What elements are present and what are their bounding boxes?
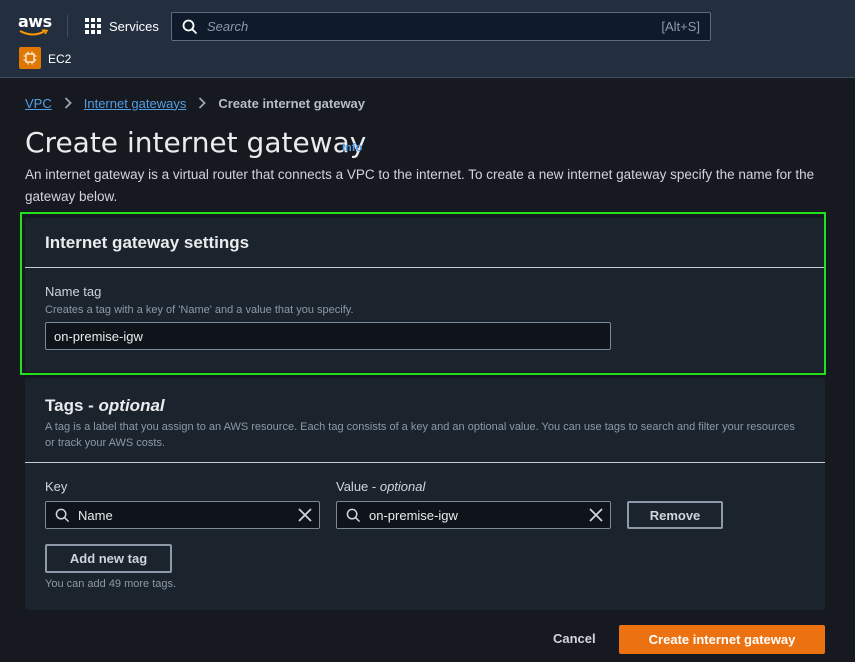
breadcrumb-current: Create internet gateway: [218, 95, 366, 111]
tag-value-label: Value - optional: [336, 479, 425, 494]
tags-heading-optional: optional: [98, 396, 165, 415]
aws-logo[interactable]: aws: [18, 12, 52, 38]
tags-description: A tag is a label that you assign to an A…: [45, 421, 795, 449]
ec2-shortcut-icon[interactable]: [19, 47, 41, 69]
tags-heading-main: Tags -: [45, 396, 99, 415]
chevron-right-icon: [198, 97, 207, 109]
create-internet-gateway-button[interactable]: Create internet gateway: [619, 625, 825, 654]
cancel-button[interactable]: Cancel: [553, 631, 596, 646]
aws-smile-icon: [19, 29, 49, 36]
tag-key-input[interactable]: Name: [45, 501, 320, 529]
services-menu-button[interactable]: Services: [85, 17, 159, 35]
tags-heading: Tags - optional: [45, 396, 165, 416]
settings-heading: Internet gateway settings: [45, 233, 250, 252]
search-icon: [346, 508, 361, 523]
name-tag-label: Name tag: [45, 284, 102, 299]
breadcrumb-vpc[interactable]: VPC: [25, 96, 52, 111]
nav-divider: [67, 15, 68, 37]
global-search-input[interactable]: Search [Alt+S]: [171, 12, 711, 41]
clear-icon[interactable]: [588, 507, 604, 523]
page-description: An internet gateway is a virtual router …: [25, 167, 815, 204]
tags-remaining-hint: You can add 49 more tags.: [45, 578, 177, 590]
tag-value-input[interactable]: on-premise-igw: [336, 501, 611, 529]
name-tag-input[interactable]: on-premise-igw: [45, 322, 611, 350]
search-icon: [55, 508, 70, 523]
search-shortcut-hint: [Alt+S]: [661, 19, 700, 34]
search-placeholder: Search: [207, 19, 249, 34]
tags-panel: Tags - optional A tag is a label that yo…: [25, 378, 825, 610]
tags-divider: [25, 462, 825, 463]
info-link[interactable]: Info: [342, 142, 362, 154]
page-title: Create internet gateway: [25, 126, 367, 159]
ec2-shortcut-label[interactable]: EC2: [48, 52, 71, 66]
breadcrumb: VPC Internet gateways Create internet ga…: [25, 94, 365, 112]
settings-divider: [25, 267, 825, 268]
tag-value-label-main: Value -: [336, 479, 380, 494]
tag-key-label: Key: [45, 479, 68, 494]
clear-icon[interactable]: [297, 507, 313, 523]
breadcrumb-internet-gateways[interactable]: Internet gateways: [84, 96, 187, 111]
tag-key-value: Name: [78, 508, 113, 523]
name-tag-hint: Creates a tag with a key of 'Name' and a…: [45, 304, 354, 316]
tag-value-value: on-premise-igw: [369, 508, 458, 523]
services-label: Services: [109, 18, 159, 34]
service-shortcut-bar: EC2: [0, 42, 855, 78]
tag-value-label-optional: optional: [379, 479, 426, 494]
ec2-chip-icon: [23, 51, 37, 65]
search-icon: [182, 19, 198, 35]
add-new-tag-button[interactable]: Add new tag: [45, 544, 172, 573]
remove-tag-button[interactable]: Remove: [627, 501, 723, 529]
services-grid-icon: [85, 18, 101, 34]
internet-gateway-settings-panel: Internet gateway settings Name tag Creat…: [25, 218, 825, 372]
chevron-right-icon: [64, 97, 72, 109]
